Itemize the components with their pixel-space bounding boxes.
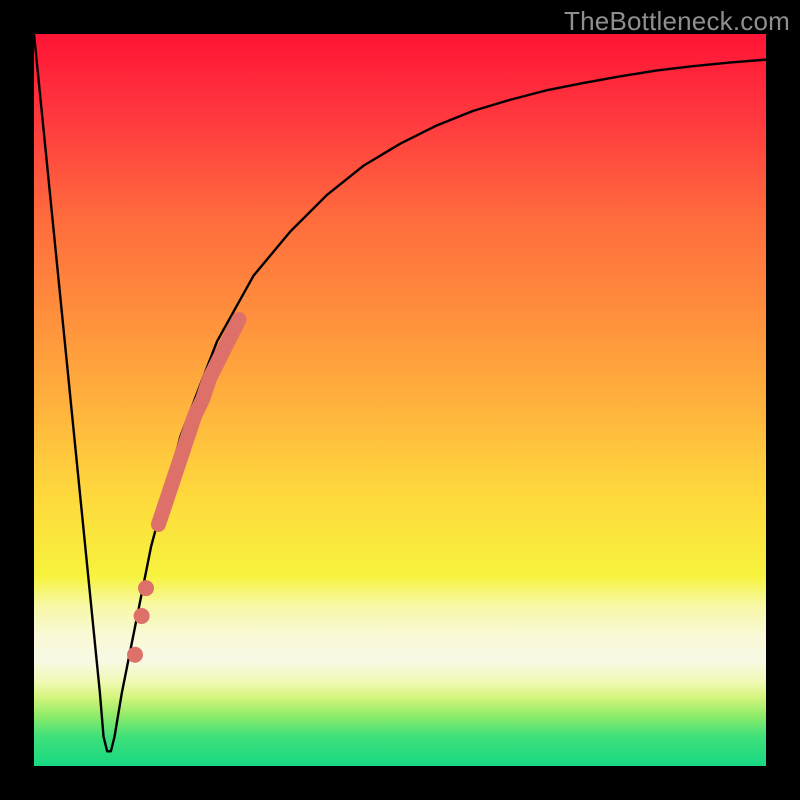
bottleneck-chart (34, 34, 766, 766)
highlight-point (134, 608, 150, 624)
chart-frame: TheBottleneck.com (0, 0, 800, 800)
highlight-point (127, 647, 143, 663)
highlight-point (138, 580, 154, 596)
watermark-text: TheBottleneck.com (564, 6, 790, 37)
plot-area (34, 34, 766, 766)
